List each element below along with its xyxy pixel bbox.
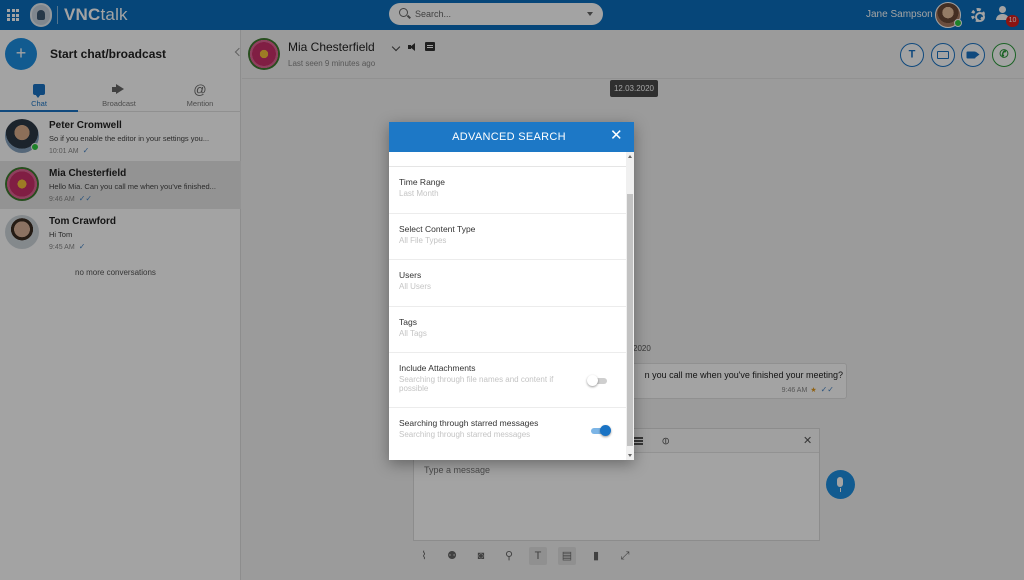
option-starred-messages: Searching through starred messages Searc… bbox=[389, 408, 626, 448]
option-value: All File Types bbox=[399, 236, 447, 245]
scroll-up-icon[interactable] bbox=[628, 155, 632, 158]
include-attachments-toggle[interactable] bbox=[587, 375, 607, 386]
option-tags[interactable]: Tags All Tags bbox=[389, 307, 626, 353]
close-icon[interactable]: ✕ bbox=[610, 128, 623, 144]
dialog-header: ADVANCED SEARCH ✕ bbox=[389, 122, 634, 152]
option-value: Last Month bbox=[399, 189, 439, 198]
dialog-body: Time Range Last Month Select Content Typ… bbox=[389, 152, 626, 460]
scroll-thumb[interactable] bbox=[627, 194, 633, 446]
option-label: Select Content Type bbox=[399, 224, 476, 234]
option-time-range[interactable]: Time Range Last Month bbox=[389, 167, 626, 214]
option-value: Searching through starred messages bbox=[399, 430, 531, 439]
option-label: Users bbox=[399, 270, 422, 280]
option-value: All Tags bbox=[399, 329, 427, 338]
scroll-down-icon[interactable] bbox=[628, 454, 632, 457]
option-value: Searching through file names and content… bbox=[399, 375, 554, 393]
advanced-search-dialog: ADVANCED SEARCH ✕ Time Range Last Month … bbox=[389, 122, 634, 460]
option-label: Include Attachments bbox=[399, 363, 476, 373]
starred-messages-toggle[interactable] bbox=[591, 425, 611, 436]
dialog-title: ADVANCED SEARCH bbox=[452, 131, 566, 143]
option-content-type[interactable]: Select Content Type All File Types bbox=[389, 214, 626, 260]
option-include-attachments: Include Attachments Searching through fi… bbox=[389, 353, 626, 408]
option-value: All Users bbox=[399, 282, 432, 291]
option-label: Searching through starred messages bbox=[399, 418, 539, 428]
option-label: Tags bbox=[399, 317, 417, 327]
option-users[interactable]: Users All Users bbox=[389, 260, 626, 307]
dialog-scrollbar[interactable] bbox=[626, 152, 634, 460]
option-label: Time Range bbox=[399, 177, 445, 187]
